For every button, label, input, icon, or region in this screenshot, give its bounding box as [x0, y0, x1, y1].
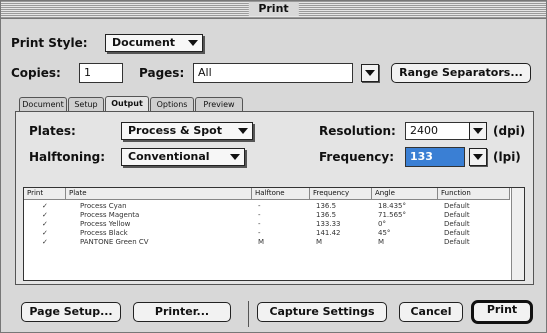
function-value: Default [444, 211, 470, 219]
tab-setup[interactable]: Setup [68, 97, 104, 112]
popup-arrow-icon [238, 128, 248, 134]
pages-label: Pages: [139, 66, 185, 80]
plate-name: Process Cyan [80, 202, 127, 210]
angle-value: 0° [378, 220, 386, 228]
col-header-plate[interactable]: Plate [66, 188, 252, 200]
button-divider [248, 301, 249, 327]
tab-options[interactable]: Options [150, 97, 194, 112]
resolution-unit: (dpi) [493, 124, 526, 138]
printer-button[interactable]: Printer... [133, 302, 231, 322]
frequency-label: Frequency: [319, 150, 395, 164]
halftone-value: - [258, 211, 261, 219]
angle-value: 18.435° [378, 202, 406, 210]
page-setup-button[interactable]: Page Setup... [21, 302, 121, 322]
cancel-button[interactable]: Cancel [399, 302, 463, 322]
function-value: Default [444, 202, 470, 210]
plate-name: Process Yellow [80, 220, 131, 228]
resolution-label: Resolution: [319, 124, 396, 138]
plates-popup[interactable]: Process & Spot [121, 122, 253, 140]
resolution-dropdown-button[interactable] [469, 122, 487, 140]
print-button[interactable]: Print [471, 300, 533, 324]
pages-dropdown-button[interactable] [361, 64, 379, 82]
frequency-value: 136.5 [316, 211, 337, 219]
plates-value: Process & Spot [128, 124, 222, 137]
angle-value: 71.565° [378, 211, 406, 219]
halftoning-label: Halftoning: [29, 150, 106, 164]
halftoning-value: Conventional [128, 150, 210, 163]
frequency-value: 136.5 [316, 202, 337, 210]
print-style-label: Print Style: [11, 36, 88, 50]
range-separators-button[interactable]: Range Separators... [391, 63, 531, 83]
angle-value: 45° [378, 229, 391, 237]
popup-arrow-icon [230, 154, 240, 160]
pages-field[interactable]: All [193, 63, 353, 83]
print-check[interactable]: ✓ [42, 202, 48, 211]
copies-label: Copies: [11, 66, 61, 80]
frequency-value: 141.42 [316, 229, 341, 237]
plate-name: PANTONE Green CV [80, 238, 149, 246]
capture-settings-button[interactable]: Capture Settings [257, 302, 387, 322]
popup-arrow-icon [188, 40, 198, 46]
plates-table: Print Plate Halftone Frequency Angle Fun… [23, 187, 525, 281]
halftone-value: M [258, 238, 265, 246]
function-value: Default [444, 238, 470, 246]
title-bar[interactable]: Print [1, 1, 546, 19]
frequency-unit: (lpi) [493, 150, 521, 164]
tab-output[interactable]: Output [105, 96, 149, 112]
col-header-halftone[interactable]: Halftone [252, 188, 310, 200]
copies-field[interactable]: 1 [79, 63, 123, 83]
resolution-value: 2400 [410, 124, 438, 137]
table-scrollbar[interactable] [511, 188, 524, 280]
angle-value: M [378, 238, 385, 246]
halftone-value: - [258, 202, 261, 210]
col-header-function[interactable]: Function [438, 188, 510, 200]
col-header-frequency[interactable]: Frequency [310, 188, 372, 200]
halftoning-popup[interactable]: Conventional [121, 148, 245, 166]
print-style-value: Document [112, 36, 176, 49]
function-value: Default [444, 229, 470, 237]
print-dialog: Print Print Style: Document Copies: 1 Pa… [0, 0, 547, 333]
plate-name: Process Magenta [80, 211, 140, 219]
frequency-value: 133.33 [316, 220, 341, 228]
frequency-value: M [316, 238, 323, 246]
window-title: Print [248, 2, 299, 16]
plates-label: Plates: [29, 124, 76, 138]
print-check[interactable]: ✓ [42, 229, 48, 238]
halftone-value: - [258, 220, 261, 228]
tab-preview[interactable]: Preview [195, 97, 243, 112]
col-header-angle[interactable]: Angle [372, 188, 438, 200]
print-check[interactable]: ✓ [42, 211, 48, 220]
halftone-value: - [258, 229, 261, 237]
frequency-field[interactable]: 133 [405, 147, 465, 167]
frequency-dropdown-button[interactable] [469, 148, 487, 166]
plate-name: Process Black [80, 229, 128, 237]
tab-document[interactable]: Document [19, 97, 67, 112]
col-header-print[interactable]: Print [24, 188, 66, 200]
print-check[interactable]: ✓ [42, 238, 48, 247]
function-value: Default [444, 220, 470, 228]
print-style-popup[interactable]: Document [105, 34, 203, 52]
print-check[interactable]: ✓ [42, 220, 48, 229]
